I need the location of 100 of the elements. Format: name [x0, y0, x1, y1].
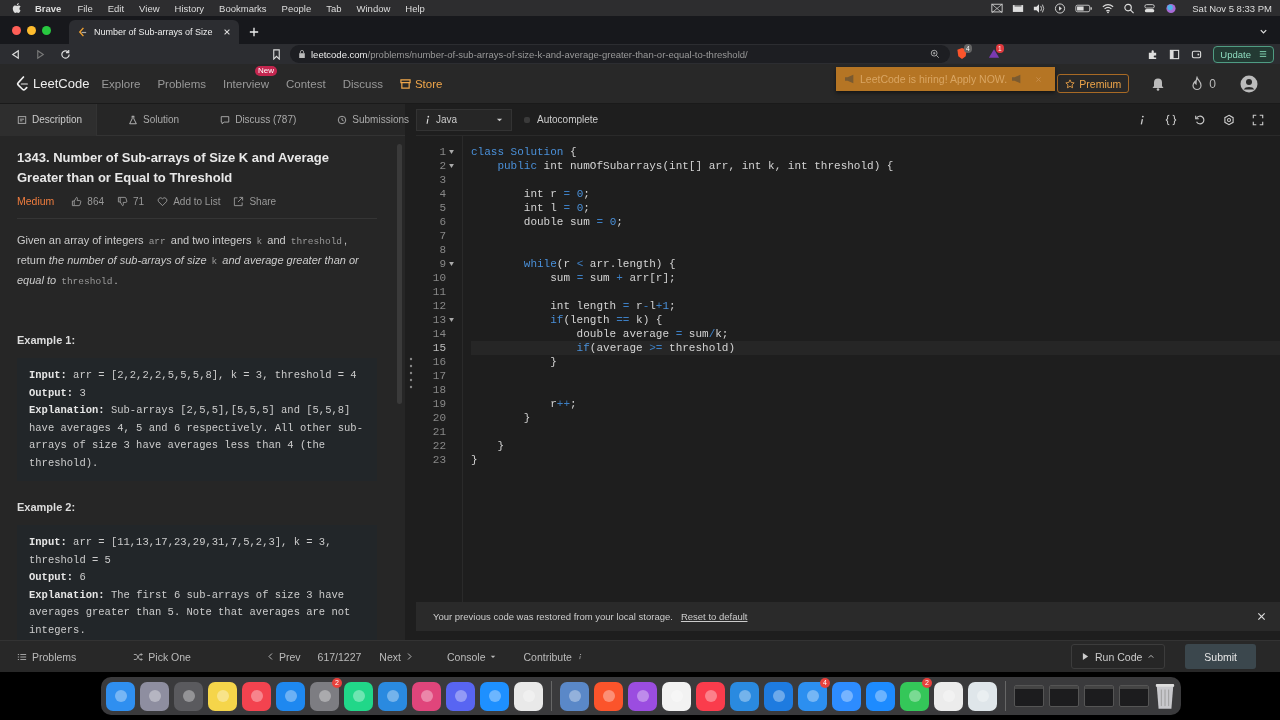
app-icon[interactable]: [764, 681, 793, 711]
premium-button[interactable]: Premium: [1057, 74, 1130, 93]
menu-item[interactable]: View: [139, 2, 160, 14]
panel-tab[interactable]: Submissions: [320, 103, 419, 136]
app-icon[interactable]: [208, 681, 237, 711]
flame-icon[interactable]: [1191, 76, 1204, 91]
fold-arrow-icon[interactable]: [449, 164, 454, 168]
panel-tab[interactable]: Discuss (787): [203, 103, 307, 136]
nav-link[interactable]: Interview: [222, 77, 269, 90]
contribute-button[interactable]: Contribute: [523, 650, 583, 663]
fold-arrow-icon[interactable]: [449, 150, 454, 154]
nav-link[interactable]: Discuss: [342, 77, 383, 90]
app-icon[interactable]: [276, 681, 305, 711]
fullscreen-icon[interactable]: [1252, 113, 1264, 126]
reset-icon[interactable]: [1194, 113, 1206, 126]
bookmark-icon[interactable]: [271, 48, 282, 60]
apple-logo-icon[interactable]: [12, 2, 22, 14]
nav-link[interactable]: Store: [399, 77, 443, 90]
app-icon[interactable]: [344, 681, 373, 711]
panel-tab[interactable]: Description: [0, 103, 98, 136]
window-thumbnail[interactable]: [1119, 685, 1149, 707]
app-icon[interactable]: [730, 681, 759, 711]
address-field[interactable]: leetcode.com/problems/number-of-sub-arrays-of-size-k-and-average-greater-than-or-equal-to-threshold/: [290, 45, 950, 63]
new-tab-icon[interactable]: [249, 27, 259, 37]
window-thumbnail[interactable]: [1049, 685, 1079, 707]
sidebar-icon[interactable]: [1169, 48, 1181, 60]
minimize-window-icon[interactable]: [27, 25, 36, 35]
clapperboard-icon[interactable]: [1012, 2, 1025, 14]
window-thumbnail[interactable]: [1014, 685, 1044, 707]
app-icon[interactable]: [832, 681, 861, 711]
close-window-icon[interactable]: [12, 25, 21, 35]
shield-icon[interactable]: [956, 47, 968, 60]
reload-icon[interactable]: [60, 48, 71, 60]
problems-button[interactable]: Problems: [17, 650, 77, 663]
nav-link[interactable]: Contest: [286, 77, 326, 90]
triangle-icon[interactable]: [988, 47, 1000, 60]
app-icon[interactable]: [106, 681, 135, 711]
dislike-button[interactable]: 71: [117, 195, 145, 207]
code-braces-icon[interactable]: [1165, 113, 1177, 126]
window-thumbnail[interactable]: [1084, 685, 1114, 707]
browser-tab[interactable]: Number of Sub-arrays of Size: [69, 20, 239, 44]
reset-to-default-link[interactable]: Reset to default: [680, 611, 748, 622]
app-icon[interactable]: [242, 681, 271, 711]
play-icon[interactable]: [1054, 2, 1067, 14]
trash-icon[interactable]: [1154, 682, 1176, 710]
menu-bar-clock[interactable]: Sat Nov 5 8:33 PM: [1192, 2, 1272, 14]
fold-arrow-icon[interactable]: [449, 318, 454, 322]
app-icon[interactable]: [140, 681, 169, 711]
app-icon[interactable]: [968, 681, 997, 711]
wifi-icon[interactable]: [1102, 2, 1115, 14]
menu-item[interactable]: File: [77, 2, 93, 14]
app-icon[interactable]: [378, 681, 407, 711]
share-button[interactable]: Share: [233, 195, 277, 207]
pick-one-button[interactable]: Pick One: [133, 650, 191, 663]
zoom-icon[interactable]: [930, 49, 940, 59]
app-icon[interactable]: [560, 681, 589, 711]
menu-item[interactable]: Help: [405, 2, 425, 14]
next-button[interactable]: Next: [379, 650, 413, 663]
app-icon[interactable]: [594, 681, 623, 711]
siri-icon[interactable]: [1165, 2, 1178, 14]
submit-button[interactable]: Submit: [1185, 644, 1256, 669]
volume-icon[interactable]: [1033, 2, 1046, 14]
wallet-icon[interactable]: [1191, 48, 1203, 60]
app-icon[interactable]: [514, 681, 543, 711]
avatar-icon[interactable]: [1240, 74, 1258, 93]
nav-link[interactable]: Explore: [101, 77, 141, 90]
language-dropdown[interactable]: Java: [416, 108, 512, 131]
menu-item[interactable]: Tab: [326, 2, 342, 14]
close-tab-icon[interactable]: [223, 28, 231, 36]
app-icon[interactable]: [628, 681, 657, 711]
forward-icon[interactable]: [35, 48, 46, 60]
console-button[interactable]: Console: [446, 650, 497, 663]
panel-tab[interactable]: Solution: [111, 103, 190, 136]
app-icon[interactable]: [446, 681, 475, 711]
autocomplete-toggle[interactable]: Autocomplete: [524, 114, 599, 125]
leetcode-wordmark[interactable]: LeetCode: [33, 76, 90, 91]
back-icon[interactable]: [10, 48, 21, 60]
update-button[interactable]: Update: [1213, 45, 1274, 63]
battery-icon[interactable]: [1075, 2, 1094, 14]
menu-app-name[interactable]: Brave: [35, 2, 62, 14]
app-icon[interactable]: [696, 681, 725, 711]
menu-item[interactable]: People: [281, 2, 312, 14]
menu-item[interactable]: Edit: [107, 2, 125, 14]
screen-mirroring-icon[interactable]: [991, 2, 1004, 14]
zoom-window-icon[interactable]: [42, 25, 51, 35]
tab-list-caret-icon[interactable]: [1259, 27, 1268, 36]
search-icon[interactable]: [1123, 2, 1136, 14]
fold-arrow-icon[interactable]: [449, 262, 454, 266]
run-code-button[interactable]: Run Code: [1071, 644, 1166, 669]
leetcode-logo-icon[interactable]: [16, 76, 29, 91]
menu-item[interactable]: History: [174, 2, 205, 14]
like-button[interactable]: 864: [71, 195, 105, 207]
extensions-icon[interactable]: [1147, 48, 1159, 60]
nav-link[interactable]: Problems: [157, 77, 206, 90]
settings-icon[interactable]: [1223, 113, 1235, 126]
menu-item[interactable]: Bookmarks: [219, 2, 267, 14]
menu-item[interactable]: Window: [356, 2, 391, 14]
control-center-icon[interactable]: [1144, 2, 1157, 14]
prev-button[interactable]: Prev: [266, 650, 301, 663]
notification-bell-icon[interactable]: [1151, 76, 1166, 91]
